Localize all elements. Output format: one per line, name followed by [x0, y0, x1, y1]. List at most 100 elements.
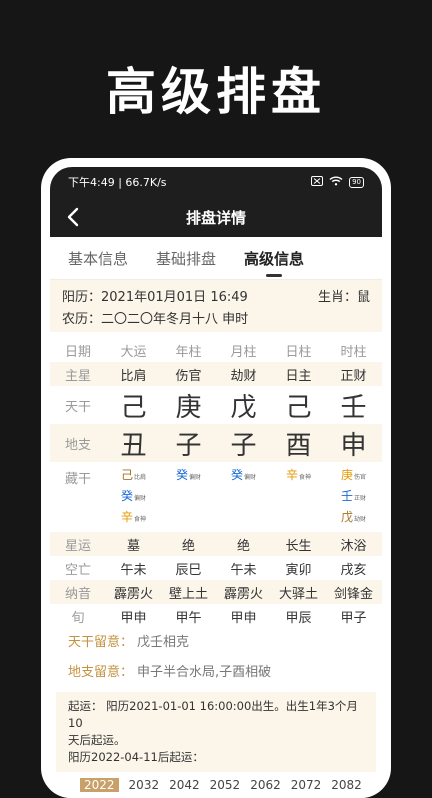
grid-cell: 绝: [181, 538, 195, 554]
dayun-year[interactable]: 2072: [291, 778, 322, 792]
zodiac-label: 生肖：: [317, 289, 357, 305]
dizhi-note: 地支留意： 申子半合水局,子酉相破: [50, 658, 382, 688]
xingyun-row: 星运 墓 绝 绝 长生 沐浴: [50, 532, 382, 556]
grid-cell: 沐浴: [340, 538, 367, 554]
hidden-stem: 癸偏财: [176, 466, 201, 483]
bazi-grid: 日期 大运 年柱 月柱 日柱 时柱 主星 比肩 伤官 劫财 日主 正财 天干 己…: [50, 338, 382, 628]
lunar-label: 农历：: [62, 311, 102, 327]
dayun-year-strip: 2022 2032 2042 2052 2062 2072 2082: [50, 772, 382, 792]
column-header: 大运: [120, 344, 147, 360]
grid-cell: 剑锋金: [333, 586, 373, 602]
solar-date: 阳历：2021年01月01日 16:49: [62, 286, 248, 305]
back-arrow-icon[interactable]: [64, 206, 84, 228]
phone-frame: 下午4:49 | 66.7K/s 90 排盘详情 基本信息 基础排盘 高级信息: [41, 158, 391, 798]
status-bar-left: 下午4:49 | 66.7K/s: [68, 176, 167, 189]
hidden-stem: 癸偏财: [121, 487, 146, 504]
row-label: 星运: [64, 538, 91, 554]
grid-cell: 甲午: [175, 610, 202, 626]
sim-icon: [311, 175, 324, 189]
row-label: 纳音: [64, 586, 91, 602]
lunar-value: 二〇二〇年冬月十八 申时: [101, 311, 249, 327]
wifi-icon: [329, 176, 343, 189]
dizhi-note-value: 申子半合水局,子酉相破: [137, 665, 272, 680]
grid-cell: 日主: [285, 368, 312, 384]
kongwang-row: 空亡 午未 辰巳 午未 寅卯 戌亥: [50, 556, 382, 580]
hidden-stem-char: 壬: [340, 489, 353, 503]
dizhi-note-label: 地支留意：: [68, 665, 134, 680]
grid-cell: 寅卯: [285, 562, 312, 578]
tiangan-char: 己: [285, 392, 312, 423]
grid-cell: 壁上土: [168, 586, 208, 602]
hidden-stem: 庚伤官: [341, 466, 366, 483]
row-label: 天干: [64, 399, 91, 415]
hidden-stem-char: 癸: [120, 489, 133, 503]
battery-icon: 90: [349, 176, 364, 188]
row-label: 空亡: [64, 562, 91, 578]
dayun-year[interactable]: 2042: [169, 778, 200, 792]
hidden-stem-char: 癸: [230, 468, 243, 482]
hidden-stem-god: 偏财: [244, 474, 257, 481]
canggan-col: 己比肩 癸偏财 辛食神: [106, 462, 161, 525]
zodiac-value: 鼠: [356, 289, 370, 305]
hidden-stem-char: 辛: [120, 510, 133, 524]
grid-cell: 霹雳火: [113, 586, 153, 602]
column-header: 日柱: [285, 344, 312, 360]
row-label: 旬: [71, 610, 85, 626]
tab-basic-info[interactable]: 基本信息: [68, 248, 128, 269]
dayun-year[interactable]: 2082: [331, 778, 362, 792]
hidden-stem-god: 伤官: [354, 474, 367, 481]
hidden-stem: 壬正财: [341, 487, 366, 504]
grid-cell: 长生: [285, 538, 312, 554]
dayun-year[interactable]: 2052: [210, 778, 241, 792]
row-label: 主星: [64, 368, 91, 384]
app-screen: 下午4:49 | 66.7K/s 90 排盘详情 基本信息 基础排盘 高级信息: [50, 167, 382, 798]
dizhi-char: 子: [230, 430, 257, 461]
solar-value: 2021年01月01日 16:49: [101, 289, 248, 305]
grid-cell: 伤官: [175, 368, 202, 384]
zodiac: 生肖：鼠: [318, 286, 370, 305]
tiangan-char: 己: [120, 392, 147, 423]
grid-cell: 午未: [230, 562, 257, 578]
hidden-stem-char: 庚: [340, 468, 353, 482]
dayun-year[interactable]: 2022: [80, 778, 119, 792]
canggan-col: 癸偏财: [216, 462, 271, 483]
column-header: 月柱: [230, 344, 257, 360]
hidden-stem-god: 劫财: [354, 516, 367, 523]
dizhi-char: 申: [340, 430, 367, 461]
birth-info: 阳历：2021年01月01日 16:49 生肖：鼠 农历：二〇二〇年冬月十八 申…: [50, 280, 382, 332]
tiangan-char: 壬: [340, 392, 367, 423]
grid-cell: 辰巳: [175, 562, 202, 578]
hidden-stem-char: 癸: [175, 468, 188, 482]
dayun-year[interactable]: 2062: [250, 778, 281, 792]
tiangan-note-label: 天干留意：: [68, 635, 134, 650]
grid-cell: 甲申: [120, 610, 147, 626]
tiangan-note-value: 戊壬相克: [137, 635, 190, 650]
grid-cell: 劫财: [230, 368, 257, 384]
dayun-year[interactable]: 2032: [129, 778, 160, 792]
hidden-stem-god: 偏财: [189, 474, 202, 481]
tab-basic-chart[interactable]: 基础排盘: [156, 248, 216, 269]
dizhi-char: 子: [175, 430, 202, 461]
column-header: 年柱: [175, 344, 202, 360]
canggan-col: 辛食神: [271, 462, 326, 483]
grid-header-row: 日期 大运 年柱 月柱 日柱 时柱: [50, 338, 382, 362]
xun-row: 旬 甲申 甲午 甲申 甲辰 甲子: [50, 604, 382, 628]
column-header: 时柱: [340, 344, 367, 360]
hidden-stem: 戊劫财: [341, 508, 366, 525]
grid-cell: 甲子: [340, 610, 367, 626]
grid-cell: 大驿土: [278, 586, 318, 602]
lunar-date: 农历：二〇二〇年冬月十八 申时: [62, 308, 248, 327]
row-label: 地支: [64, 437, 91, 453]
tab-advanced-info[interactable]: 高级信息: [244, 248, 304, 277]
grid-cell: 正财: [340, 368, 367, 384]
hidden-stem: 癸偏财: [231, 466, 256, 483]
hidden-stem: 辛食神: [286, 466, 311, 483]
grid-cell: 午未: [120, 562, 147, 578]
hidden-stem-god: 偏财: [134, 495, 147, 502]
dizhi-char: 丑: [120, 430, 147, 461]
tiangan-char: 庚: [175, 392, 202, 423]
qiyun-line: 天后起运。: [68, 733, 126, 747]
hidden-stem-char: 己: [120, 468, 133, 482]
grid-cell: 霹雳火: [223, 586, 263, 602]
qiyun-line: 起运： 阳历2021-01-01 16:00:00出生。出生1年3个月10: [68, 699, 358, 730]
